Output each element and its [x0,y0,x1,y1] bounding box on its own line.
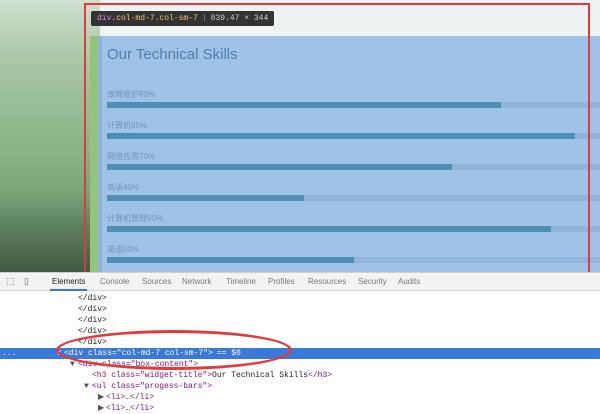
dom-node-open: <ul class="progess-bars"> [92,382,213,391]
devtools-tab-network[interactable]: Network [182,277,211,286]
devtools-tab-timeline[interactable]: Timeline [226,277,256,286]
expand-arrow-icon[interactable]: ▶ [98,392,106,403]
devtools-tab-audits[interactable]: Audits [398,277,420,286]
dom-node[interactable]: ▶ <li>…</li> [0,392,600,403]
device-mode-icon[interactable]: ▯ [24,276,29,287]
dom-node[interactable]: </div> [0,315,600,326]
dom-node[interactable]: ▼ <ul class="progess-bars"> [0,381,600,392]
dom-node-text: </div> [78,305,107,314]
annotation-rectangle [84,3,590,279]
devtools-tab-elements[interactable]: Elements [49,277,88,291]
inspect-element-icon[interactable]: ⬚ [6,276,15,287]
dom-node[interactable]: </div> [0,304,600,315]
dom-node-close: </li> [130,393,155,402]
dom-node-close: </li> [130,404,155,413]
devtools-tab-sources[interactable]: Sources [142,277,171,286]
collapse-arrow-icon[interactable]: ▼ [84,381,92,392]
expand-arrow-icon[interactable]: ▶ [98,403,106,414]
dom-node[interactable]: ▶ <li>…</li> [0,403,600,414]
dom-node[interactable]: <h3 class="widget-title">Our Technical S… [0,370,600,381]
dom-node-text: Our Technical Skills [212,371,309,380]
dom-node-text: </div> [78,294,107,303]
devtools-tab-console[interactable]: Console [100,277,129,286]
annotation-ellipse [56,330,292,370]
dom-node-open: <h3 class="widget-title"> [92,371,213,380]
dom-node-open: <li> [106,404,126,413]
devtools-tab-security[interactable]: Security [358,277,387,286]
selection-dots-icon: ... [2,349,17,358]
devtools-tab-profiles[interactable]: Profiles [268,277,295,286]
devtools-tabbar: ⬚ ▯ Elements Console Sources Network Timelin… [0,273,600,291]
dom-node-open: <li> [106,393,126,402]
devtools-tab-resources[interactable]: Resources [308,277,346,286]
dom-node-close: </h3> [308,371,333,380]
dom-node[interactable]: </div> [0,293,600,304]
dom-node-text: </div> [78,316,107,325]
